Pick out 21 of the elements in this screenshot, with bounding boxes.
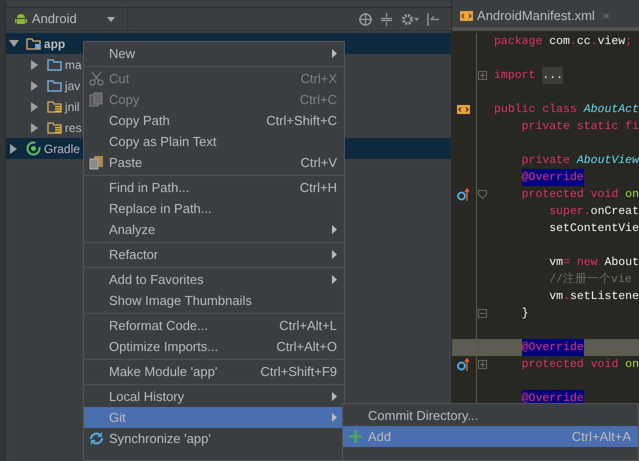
code-line: super.onCreat [548,204,639,220]
tree-label: jav [64,78,80,94]
code-line: } [520,306,529,322]
tree-label: res [64,120,82,136]
view-selector-label: Android [32,10,77,28]
tree-label: app [44,36,66,52]
tree-label: Gradle [44,140,80,158]
tree-label: jnil [64,98,80,116]
code-line: import ... [494,66,564,84]
code-line: //注册一个vie [548,271,632,288]
code-line: vm= new About [548,254,639,271]
code-line: vm.setListene [548,288,639,305]
tree-label: ma [64,56,82,74]
code-line: public class AboutAct [494,102,639,118]
code-line: protected void on [520,186,639,203]
code-line: private AboutView [520,152,639,169]
code-line: private static fi [520,118,639,135]
code-line: setContentVie [548,220,639,237]
tab-title: AndroidManifest.xml [477,6,595,25]
code-line: protected void on [520,356,639,373]
code-line: package com.cc.view; [494,34,632,50]
